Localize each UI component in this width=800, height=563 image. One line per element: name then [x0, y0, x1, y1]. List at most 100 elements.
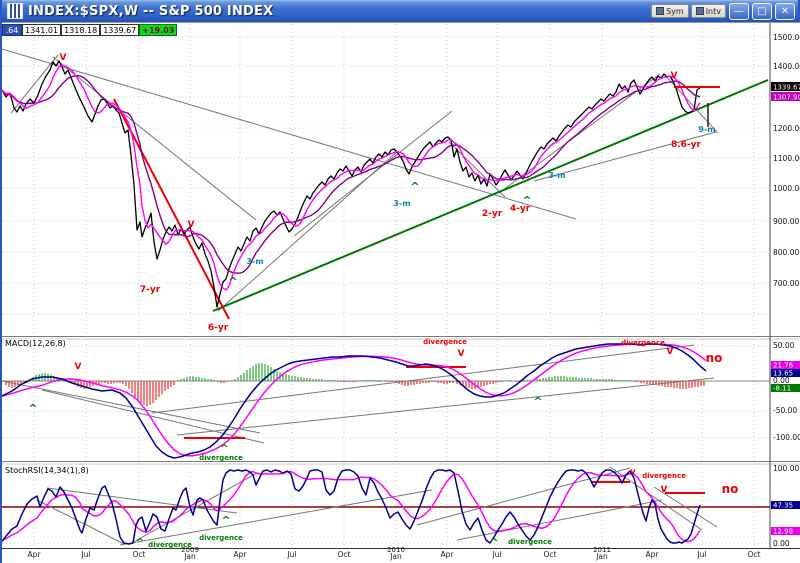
- sym-button[interactable]: Sym: [651, 4, 689, 18]
- macd-histogram-bar: [170, 381, 172, 387]
- macd-histogram-bar: [333, 380, 335, 381]
- annotation-label: 3-m: [548, 171, 565, 180]
- quote-change: +19.03: [139, 24, 178, 36]
- macd-annotation: ^: [533, 395, 542, 408]
- macd-histogram-bar: [452, 381, 454, 383]
- macd-histogram-bar: [416, 381, 418, 384]
- macd-histogram-bar: [410, 381, 412, 385]
- macd-histogram-bar: [110, 381, 112, 384]
- macd-histogram-bar: [318, 379, 320, 381]
- macd-histogram-bar: [507, 380, 509, 381]
- macd-histogram-bar: [590, 378, 592, 381]
- macd-histogram-bar: [385, 381, 387, 382]
- macd-histogram-bar: [587, 378, 589, 381]
- macd-histogram-bar: [551, 377, 553, 381]
- sym-label: Sym: [666, 6, 684, 16]
- macd-tick-label: 50.00: [773, 341, 795, 350]
- x-axis-month-label: Apr: [646, 550, 660, 559]
- macd-tag-value: 13.65: [773, 370, 793, 378]
- macd-histogram-bar: [204, 378, 206, 381]
- macd-histogram-bar: [554, 376, 556, 381]
- quote-row: .64 1341.01 1318.18 1339.67 +19.03: [2, 24, 178, 36]
- macd-histogram-bar: [510, 380, 512, 381]
- quote-last: 1339.67: [100, 24, 140, 36]
- macd-histogram-bar: [113, 381, 115, 383]
- quote-high: 1341.01: [22, 24, 62, 36]
- macd-histogram-bar: [620, 380, 622, 381]
- macd-histogram-bar: [330, 380, 332, 381]
- macd-histogram-bar: [584, 378, 586, 381]
- annotation-top-marker: V: [671, 71, 678, 81]
- macd-histogram-bar: [578, 378, 580, 381]
- stoch-tag-value: 47.35: [773, 502, 793, 510]
- intv-button[interactable]: Intv: [690, 4, 726, 18]
- macd-histogram-bar: [617, 380, 619, 381]
- macd-histogram-bar: [131, 381, 133, 393]
- macd-histogram-bar: [557, 376, 559, 381]
- macd-histogram-bar: [352, 381, 354, 382]
- macd-histogram-bar: [679, 381, 681, 389]
- close-button[interactable]: ✕: [775, 2, 795, 20]
- macd-histogram-bar: [697, 381, 699, 387]
- minimize-button[interactable]: —: [729, 2, 749, 20]
- macd-histogram-bar: [143, 381, 145, 405]
- macd-histogram-bar: [515, 381, 517, 382]
- title-bar[interactable]: INDEX:$SPX,W -- S&P 500 INDEX Sym Intv —…: [2, 0, 798, 22]
- macd-histogram-bar: [177, 380, 179, 381]
- macd-histogram-bar: [152, 381, 154, 403]
- macd-histogram-bar: [346, 381, 348, 382]
- macd-annotation: V: [458, 349, 465, 359]
- macd-histogram-bar: [465, 381, 467, 387]
- stoch-annotation: ^: [221, 514, 230, 527]
- macd-histogram-bar: [581, 378, 583, 381]
- macd-histogram-bar: [327, 380, 329, 381]
- stoch-annotation: no: [722, 482, 739, 496]
- quote-open-partial: .64: [2, 24, 22, 36]
- macd-histogram-bar: [694, 381, 696, 387]
- macd-histogram-bar: [237, 377, 239, 381]
- macd-histogram-bar: [682, 381, 684, 389]
- macd-histogram-bar: [614, 380, 616, 381]
- macd-histogram-bar: [349, 381, 351, 382]
- macd-histogram-bar: [128, 381, 130, 389]
- maximize-button[interactable]: □: [752, 2, 772, 20]
- macd-histogram-bar: [629, 380, 631, 381]
- macd-histogram-bar: [337, 381, 339, 382]
- macd-annotation: V: [667, 347, 674, 357]
- x-axis-month-label: Jul: [286, 550, 296, 559]
- chart-canvas: VVV^^^3-m3-m3-m9-m7-yr6-yr2-yr 4-yr8.6-yr…: [2, 22, 800, 563]
- macd-histogram-bar: [664, 381, 666, 387]
- macd-histogram-bar: [294, 376, 296, 381]
- macd-histogram-bar: [134, 381, 136, 397]
- annotation-bottom-marker: ^: [228, 275, 237, 288]
- macd-histogram-bar: [217, 381, 219, 382]
- macd-histogram-bar: [374, 380, 376, 381]
- macd-histogram-bar: [377, 380, 379, 381]
- macd-histogram-bar: [104, 381, 106, 383]
- stoch-annotation: divergence: [508, 538, 552, 546]
- stoch-tag-value: 12.98: [773, 528, 793, 536]
- macd-histogram-bar: [195, 377, 197, 381]
- annotation-top-marker: V: [60, 53, 67, 63]
- x-axis-month-label: Apr: [234, 550, 248, 559]
- macd-histogram-bar: [575, 377, 577, 381]
- macd-histogram-bar: [437, 381, 439, 383]
- macd-histogram-bar: [226, 381, 228, 382]
- macd-histogram-bar: [362, 380, 364, 381]
- macd-histogram-bar: [667, 381, 669, 387]
- macd-histogram-bar: [309, 378, 311, 381]
- macd-histogram-bar: [431, 381, 433, 382]
- x-axis-month-label: Oct: [748, 550, 761, 559]
- macd-histogram-bar: [380, 380, 382, 381]
- macd-histogram-bar: [155, 381, 157, 400]
- macd-histogram-bar: [489, 381, 491, 384]
- sym-icon: [656, 7, 665, 15]
- macd-annotation: ^: [28, 402, 37, 415]
- macd-histogram-bar: [321, 379, 323, 381]
- macd-histogram-bar: [201, 378, 203, 381]
- macd-histogram-bar: [691, 381, 693, 388]
- app-icon: [7, 3, 23, 19]
- macd-histogram-bar: [180, 379, 182, 381]
- macd-histogram-bar: [371, 380, 373, 381]
- macd-histogram-bar: [670, 381, 672, 387]
